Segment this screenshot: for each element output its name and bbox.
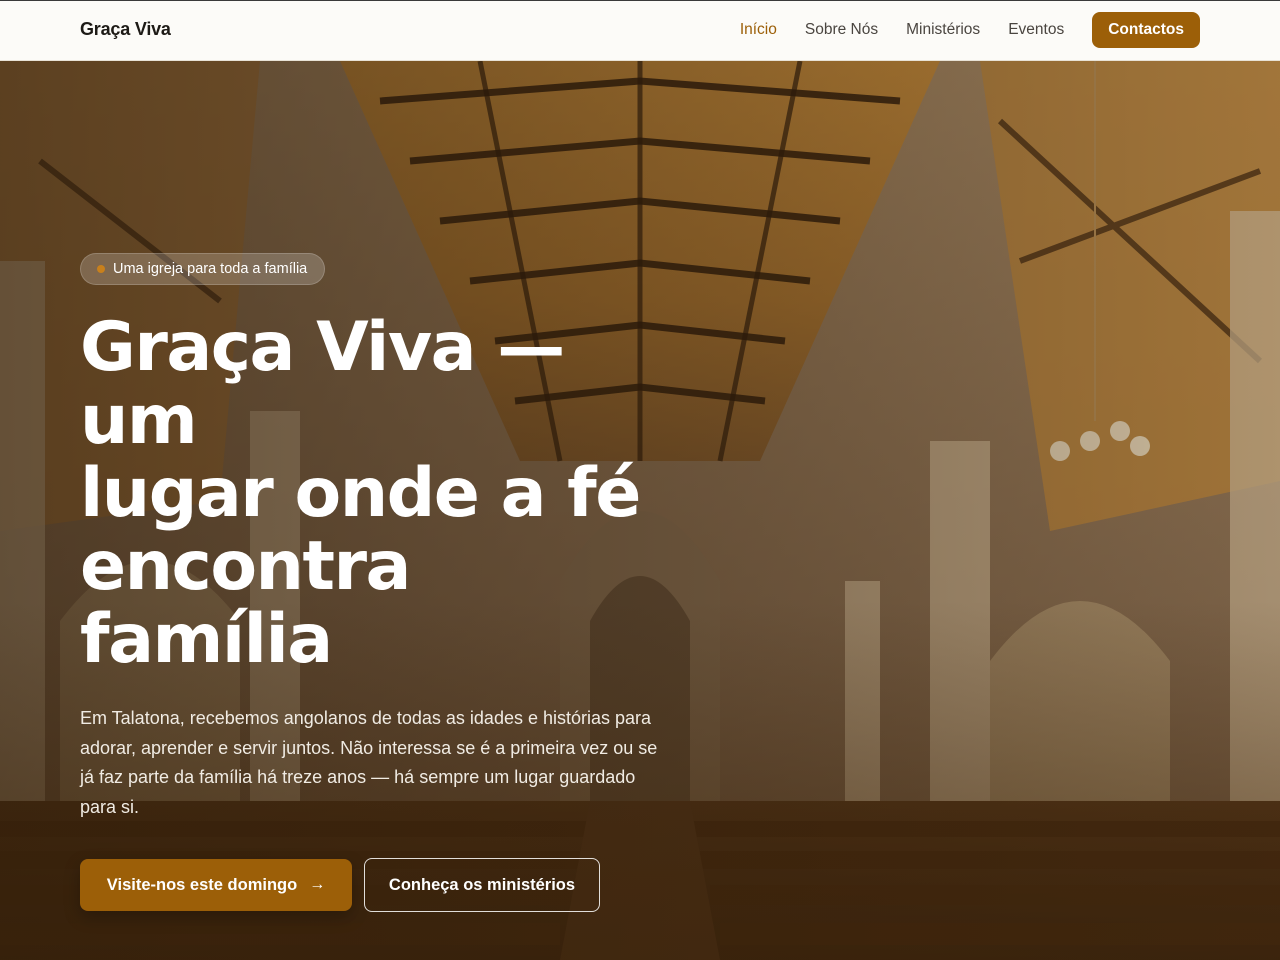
- hero-badge-label: Uma igreja para toda a família: [113, 261, 308, 277]
- hero-badge: Uma igreja para toda a família: [80, 253, 326, 285]
- brand-logo[interactable]: Graça Viva: [80, 19, 171, 40]
- contactos-button[interactable]: Contactos: [1092, 12, 1200, 48]
- badge-dot-icon: [97, 265, 105, 273]
- ministries-button[interactable]: Conheça os ministérios: [364, 858, 600, 912]
- hero-section: Uma igreja para toda a família Graça Viv…: [0, 61, 1280, 960]
- hero-title-line-2: lugar onde a fé: [80, 454, 641, 533]
- hero-actions: Visite-nos este domingo → Conheça os min…: [80, 858, 680, 912]
- visit-sunday-button[interactable]: Visite-nos este domingo →: [80, 859, 352, 911]
- arrow-right-icon: →: [309, 876, 326, 893]
- hero-title-line-3: encontra família: [80, 527, 411, 679]
- visit-sunday-label: Visite-nos este domingo: [106, 875, 298, 894]
- hero-description: Em Talatona, recebemos angolanos de toda…: [80, 708, 658, 817]
- nav-link-ministerios[interactable]: Ministérios: [906, 21, 980, 39]
- nav-link-inicio[interactable]: Início: [740, 21, 777, 39]
- hero-title: Graça Viva — um lugar onde a fé encontra…: [80, 311, 680, 676]
- hero-title-line-1: Graça Viva — um: [80, 308, 565, 460]
- nav-link-eventos[interactable]: Eventos: [1008, 21, 1064, 39]
- hero-content: Uma igreja para toda a família Graça Viv…: [80, 253, 680, 912]
- site-header: Graça Viva Início Sobre Nós Ministérios …: [0, 0, 1280, 61]
- nav-link-sobre-nos[interactable]: Sobre Nós: [805, 21, 878, 39]
- main-nav: Início Sobre Nós Ministérios Eventos Con…: [740, 12, 1200, 48]
